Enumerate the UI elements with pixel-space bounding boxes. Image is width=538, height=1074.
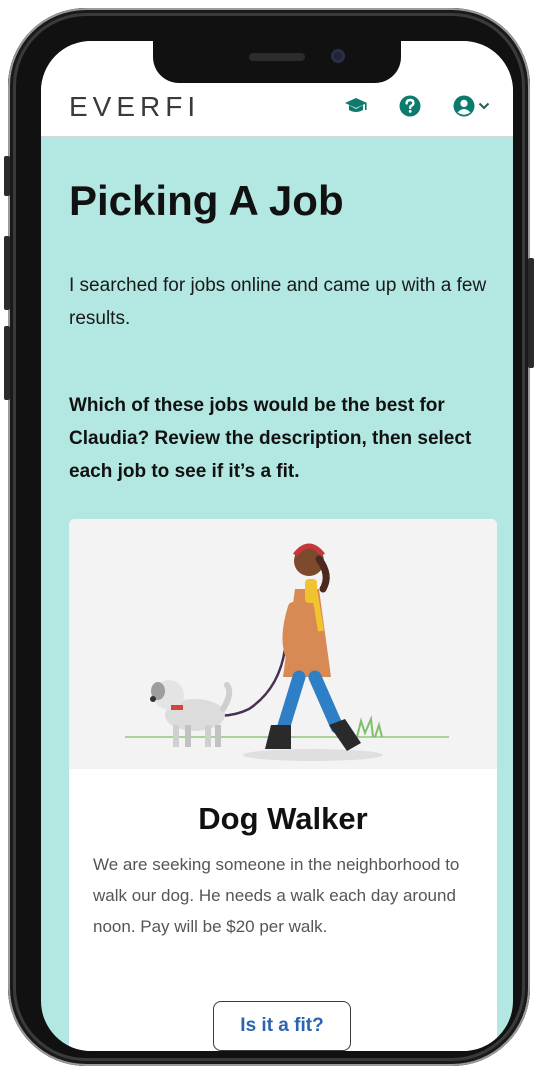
dog-walker-illustration — [69, 519, 497, 769]
is-it-a-fit-button[interactable]: Is it a fit? — [213, 1001, 351, 1051]
power-button — [528, 258, 534, 368]
volume-down-button — [4, 326, 10, 400]
notch — [153, 41, 401, 83]
volume-up-button — [4, 236, 10, 310]
speaker — [249, 53, 305, 61]
phone-frame: EVERFI Picking A Job I searched for jobs… — [4, 8, 534, 1066]
help-icon[interactable] — [397, 93, 423, 119]
job-card[interactable]: Dog Walker We are seeking someone in the… — [69, 519, 497, 1051]
graduation-cap-icon[interactable] — [341, 93, 371, 119]
screen: EVERFI Picking A Job I searched for jobs… — [41, 41, 513, 1051]
camera — [331, 49, 345, 63]
user-icon[interactable] — [451, 93, 477, 119]
mute-switch — [4, 156, 10, 196]
everfi-logo[interactable]: EVERFI — [69, 91, 200, 123]
intro-text: I searched for jobs online and came up w… — [69, 275, 487, 329]
job-title: Dog Walker — [198, 801, 368, 836]
lesson-content: Picking A Job I searched for jobs online… — [41, 137, 513, 1051]
question-text: Which of these jobs would be the best fo… — [69, 395, 472, 482]
job-description: We are seeking someone in the neighborho… — [93, 855, 460, 936]
page-title: Picking A Job — [69, 177, 344, 224]
chevron-down-icon[interactable] — [477, 93, 491, 119]
